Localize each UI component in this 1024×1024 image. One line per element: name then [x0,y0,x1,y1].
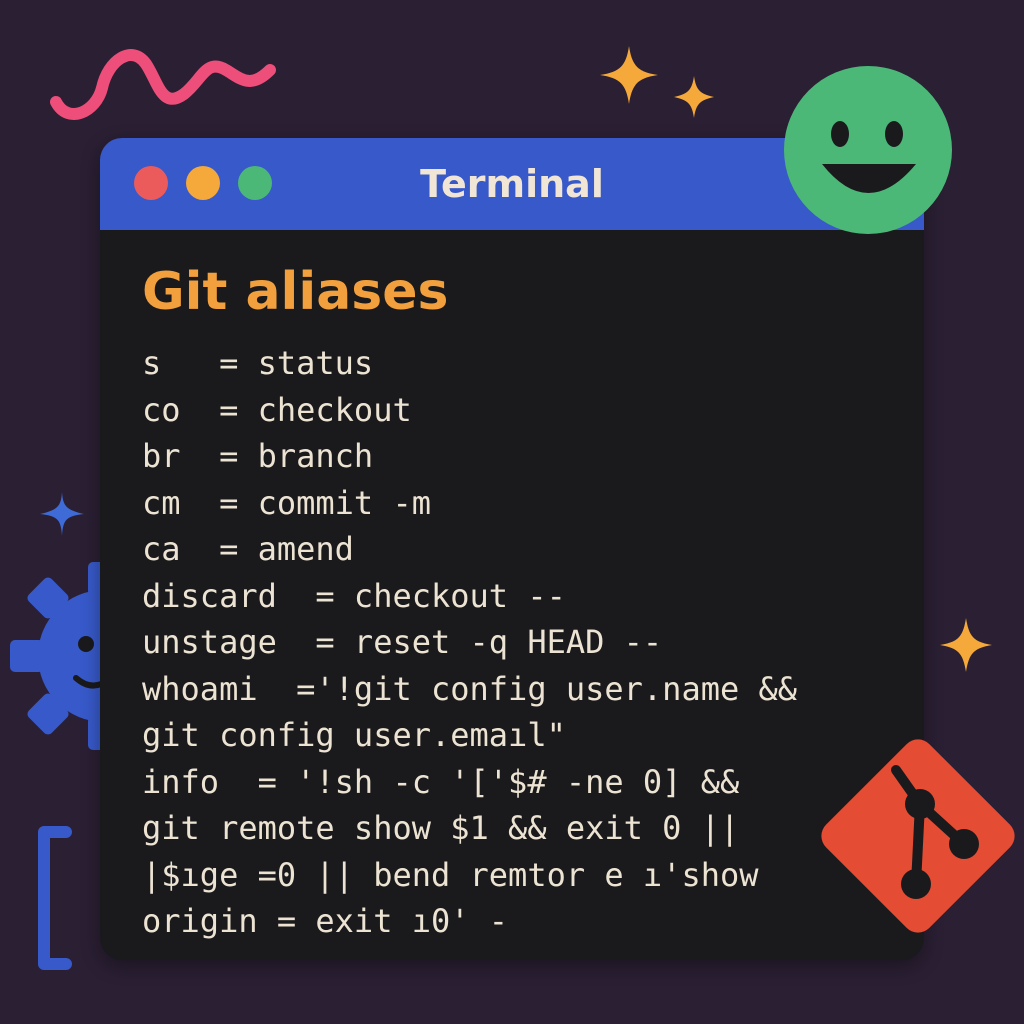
smiley-face-icon [784,66,952,234]
sparkle-icon [674,76,714,118]
code-line: ca = amend [142,530,354,568]
sparkle-icon [600,46,658,104]
code-line: s = status [142,344,374,382]
page-title: Git aliases [142,262,449,322]
terminal-window: Terminal Git aliases s = status co = che… [100,138,924,960]
code-line: info = '!sh -c '['$# -ne 0] && [142,762,740,801]
bracket-icon [38,826,72,970]
code-line: cm = commit -m [142,483,431,522]
code-line: git remote show $1 && exit 0 || [142,809,740,847]
plus-icon [40,492,84,536]
code-line: br = branch [142,437,374,475]
code-line: origin = exit ı0' - [142,902,509,940]
sparkle-icon [940,618,992,672]
squiggle-icon [50,49,276,120]
code-line: unstage = reset -q HEAD -- [142,623,663,661]
code-line: discard = checkout -- [142,576,566,615]
code-line: |$ıge =0 || bend remtor e ı'show [142,855,759,894]
git-logo-icon [821,739,1015,933]
code-block: s = status co = checkout br = branch cm … [142,340,912,945]
code-line: git config user.emaıl" [142,716,566,754]
code-line: whoami ='!git config user.name && [142,669,798,708]
code-line: co = checkout [142,390,412,429]
